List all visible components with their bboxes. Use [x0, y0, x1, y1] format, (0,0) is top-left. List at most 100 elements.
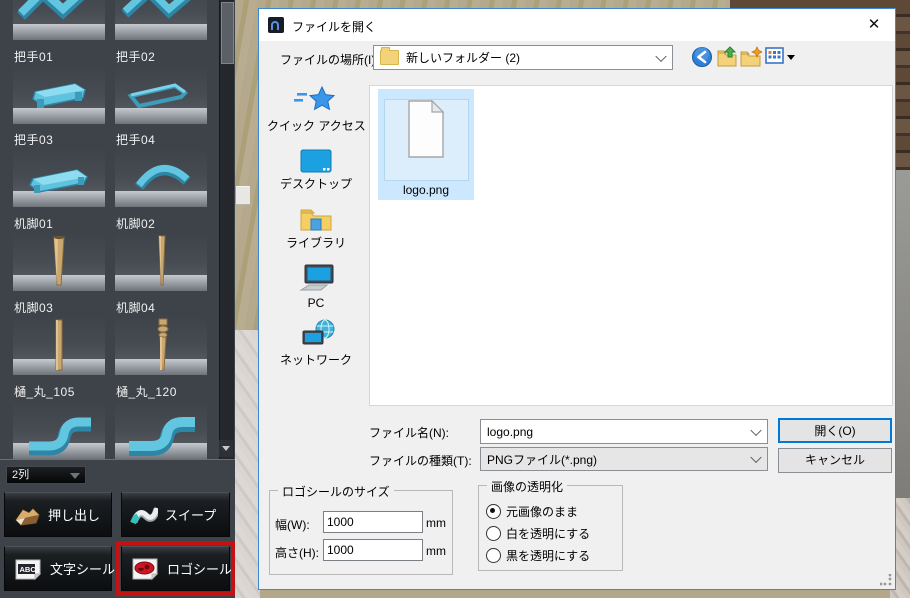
chevron-down-icon — [655, 50, 666, 61]
file-document-icon — [403, 96, 449, 162]
dialog-title: ファイルを開く — [292, 18, 376, 35]
flat-handle-shape — [13, 149, 105, 207]
filename-value: logo.png — [487, 425, 533, 439]
new-folder-button[interactable] — [740, 46, 762, 68]
place-label: ネットワーク — [267, 351, 365, 368]
arc-handle-shape — [115, 149, 207, 207]
thumb-leg-turned[interactable] — [115, 317, 207, 375]
width-unit: mm — [426, 516, 446, 530]
s-profile-shape — [13, 401, 105, 459]
radio-keep-original[interactable]: 元画像のまま — [486, 503, 578, 520]
tapered-leg-shape — [115, 233, 207, 291]
logo-sticker-icon — [130, 556, 160, 582]
logo-size-group: ロゴシールのサイズ 幅(W): mm 高さ(H): mm — [269, 490, 453, 575]
logo-sticker-label: ロゴシール — [167, 559, 232, 578]
thumb-gutter-profile[interactable] — [13, 401, 105, 459]
quick-access-icon — [267, 85, 365, 115]
bar-handle-shape — [13, 66, 105, 124]
zigzag-shape — [115, 0, 207, 40]
app-icon — [268, 17, 284, 33]
sidebar-scrollbar[interactable] — [219, 0, 234, 459]
filename-label: ファイル名(N): — [369, 424, 449, 441]
radio-button-icon[interactable] — [486, 548, 501, 563]
dialog-titlebar[interactable]: ファイルを開く ✕ — [259, 9, 895, 41]
radio-button-icon[interactable] — [486, 526, 501, 541]
resize-grip[interactable] — [880, 574, 892, 586]
thumb-handle-bar-thin[interactable] — [115, 66, 207, 124]
baseboard — [236, 186, 250, 205]
thumb-handle-zigzag[interactable] — [115, 0, 207, 40]
file-location-combobox[interactable]: 新しいフォルダー (2) — [373, 45, 673, 70]
close-icon[interactable]: ✕ — [861, 12, 887, 38]
radio-label: 黒を透明にする — [506, 547, 590, 564]
columns-dropdown[interactable]: 2列 — [6, 466, 86, 484]
filename-combobox[interactable]: logo.png — [480, 419, 768, 444]
place-network[interactable]: ネットワーク — [267, 318, 365, 355]
extrude-button[interactable]: 押し出し — [4, 492, 112, 537]
sweep-button[interactable]: スイープ — [121, 492, 230, 537]
open-button[interactable]: 開く(O) — [778, 418, 892, 443]
radio-label: 元画像のまま — [506, 503, 578, 520]
view-menu-button[interactable] — [765, 46, 787, 68]
part-label: 机脚03 — [14, 299, 114, 316]
file-name: logo.png — [378, 183, 474, 197]
place-label: クイック アクセス — [267, 117, 365, 134]
part-label: 把手02 — [116, 48, 216, 65]
scrollbar-thumb[interactable] — [221, 2, 234, 64]
thumb-leg-tapered[interactable] — [13, 233, 105, 291]
scroll-down-button[interactable] — [219, 440, 233, 457]
s-profile-shape — [115, 401, 207, 459]
file-location-value: 新しいフォルダー (2) — [406, 49, 520, 66]
filetype-combobox[interactable]: PNGファイル(*.png) — [480, 447, 768, 471]
svg-text:ABC: ABC — [20, 565, 37, 574]
logo-size-group-title: ロゴシールのサイズ — [278, 483, 394, 500]
turned-leg-shape — [115, 317, 207, 375]
place-pc[interactable]: PC — [267, 263, 365, 300]
file-item-selected[interactable]: logo.png — [378, 89, 474, 200]
thumb-leg-straight[interactable] — [13, 317, 105, 375]
radio-white-transparent[interactable]: 白を透明にする — [486, 525, 590, 542]
chevron-down-icon — [750, 424, 761, 435]
height-input[interactable] — [323, 539, 423, 561]
radio-label: 白を透明にする — [506, 525, 590, 542]
sweep-label: スイープ — [165, 505, 216, 524]
pc-icon — [267, 263, 365, 295]
part-label: 机脚02 — [116, 215, 216, 232]
open-file-dialog: ファイルを開く ✕ ファイルの場所(I): 新しいフォルダー (2) — [258, 8, 896, 590]
extrude-label: 押し出し — [48, 505, 100, 524]
extrude-icon — [13, 502, 41, 528]
library-icon — [267, 207, 365, 233]
place-desktop[interactable]: デスクトップ — [267, 149, 365, 180]
place-library[interactable]: ライブラリ — [267, 207, 365, 238]
up-folder-button[interactable] — [716, 46, 738, 68]
radio-button-icon[interactable] — [486, 504, 501, 519]
text-sticker-button[interactable]: ABC 文字シール — [4, 546, 112, 591]
width-input[interactable] — [323, 511, 423, 533]
desktop-icon — [267, 149, 365, 175]
tapered-leg-shape — [13, 233, 105, 291]
back-button[interactable] — [691, 46, 713, 68]
radio-black-transparent[interactable]: 黒を透明にする — [486, 547, 590, 564]
transparency-group-title: 画像の透明化 — [487, 478, 567, 495]
thumb-handle-arc[interactable] — [115, 149, 207, 207]
part-label: 樋_丸_120 — [116, 383, 216, 400]
thumb-handle-bar[interactable] — [13, 66, 105, 124]
columns-dropdown-value: 2列 — [12, 469, 29, 481]
place-label: デスクトップ — [267, 175, 365, 192]
thumb-handle-flat[interactable] — [13, 149, 105, 207]
part-label: 机脚01 — [14, 215, 114, 232]
folder-icon — [380, 50, 399, 65]
thumb-gutter-profile[interactable] — [115, 401, 207, 459]
text-sticker-label: 文字シール — [50, 559, 115, 578]
height-unit: mm — [426, 544, 446, 558]
cancel-button[interactable]: キャンセル — [778, 448, 892, 473]
thumb-leg-tapered-thin[interactable] — [115, 233, 207, 291]
thumb-handle-zigzag[interactable] — [13, 0, 105, 40]
part-label: 把手01 — [14, 48, 114, 65]
sweep-icon — [130, 502, 158, 528]
view-menu-caret-icon[interactable] — [787, 55, 795, 60]
file-list[interactable]: logo.png — [369, 85, 893, 406]
logo-sticker-button[interactable]: ロゴシール — [121, 546, 230, 591]
parts-library-sidebar: 把手01 把手02 把手03 把手04 — [0, 0, 235, 598]
place-quick-access[interactable]: クイック アクセス — [267, 85, 365, 120]
